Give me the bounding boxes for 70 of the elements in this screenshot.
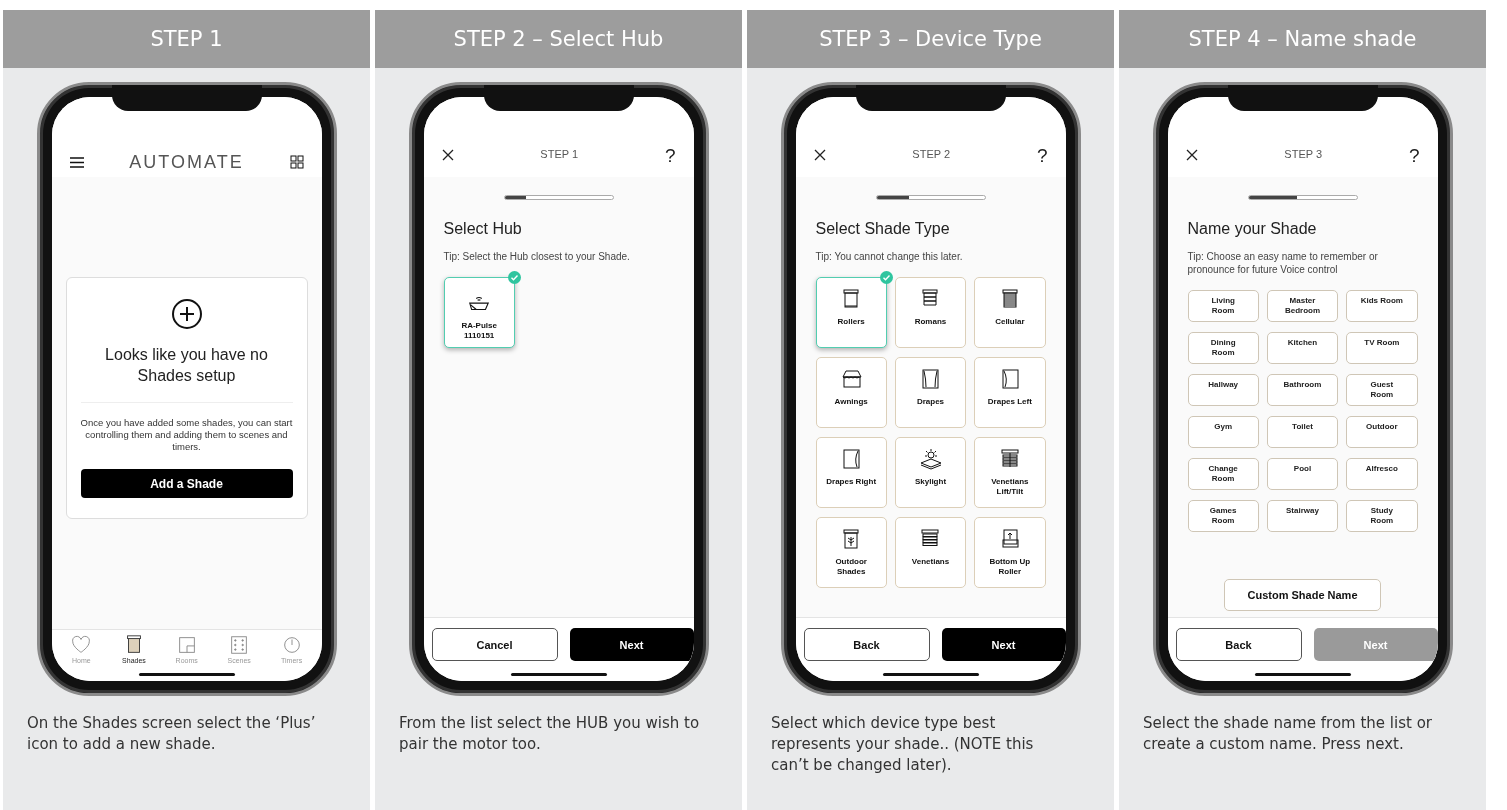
name-chip[interactable]: Bathroom xyxy=(1266,374,1339,406)
shade-type-tile[interactable]: Cellular xyxy=(974,277,1046,348)
tip-text: Tip: Choose an easy name to remember or pronounce for future Voice control xyxy=(1187,250,1379,276)
step-header: STEP 1 xyxy=(3,10,370,68)
tip-text: Tip: Select the Hub closest to your Shade. xyxy=(443,250,631,263)
shade-type-tile[interactable]: Romans xyxy=(894,277,967,348)
check-icon xyxy=(507,271,521,284)
name-chip[interactable]: Living Room xyxy=(1187,290,1259,322)
name-chip[interactable]: Dining Room xyxy=(1187,332,1259,364)
name-chip[interactable]: Hallway xyxy=(1187,374,1259,406)
next-button[interactable]: Next xyxy=(941,628,1066,661)
name-chip[interactable]: Kids Room xyxy=(1346,290,1418,322)
step-caption: On the Shades screen select the ‘Plus’ icon to add a new shade. xyxy=(26,713,317,755)
help-button[interactable]: ? xyxy=(1036,145,1048,167)
name-chip[interactable]: Stairway xyxy=(1266,500,1339,532)
name-chip[interactable]: Guest Room xyxy=(1346,374,1418,406)
step-caption: Select which device type best represents your shade.. (NOTE this can’t be changed later). xyxy=(770,713,1035,776)
secondary-button[interactable]: Back xyxy=(803,628,930,661)
step-label: STEP 2 xyxy=(912,148,951,160)
shade-type-tile[interactable]: Awnings xyxy=(815,357,887,428)
step-header: STEP 2 – Select Hub xyxy=(375,10,742,68)
name-chip[interactable]: TV Room xyxy=(1346,332,1418,364)
name-chip[interactable]: Kitchen xyxy=(1266,332,1339,364)
name-chip[interactable]: Alfresco xyxy=(1346,458,1418,490)
name-chip[interactable]: Outdoor xyxy=(1346,416,1418,448)
step-header: STEP 4 – Name shade xyxy=(1119,10,1486,68)
heart-icon xyxy=(70,634,93,656)
empty-state-title: Looks like you have no Shades setup xyxy=(104,345,269,386)
screen-title: Select Hub xyxy=(443,220,523,238)
name-chip[interactable]: Study Room xyxy=(1346,500,1418,532)
step-header: STEP 3 – Device Type xyxy=(747,10,1114,68)
close-icon[interactable] xyxy=(441,149,454,161)
screen-title: Name your Shade xyxy=(1187,220,1318,238)
grid-icon[interactable] xyxy=(289,155,304,169)
menu-icon[interactable] xyxy=(69,156,84,168)
step-caption: From the list select the HUB you wish to pair the motor too. xyxy=(398,713,701,755)
name-chip[interactable]: Gym xyxy=(1187,416,1259,448)
name-chip[interactable]: Master Bedroom xyxy=(1266,290,1339,322)
step-label: STEP 1 xyxy=(540,148,579,160)
add-shade-button[interactable]: Add a Shade xyxy=(80,469,293,498)
hub-tile[interactable]: RA-Pulse 1110151 xyxy=(443,277,515,348)
app-logo: AUTOMATE xyxy=(129,151,244,173)
step-label: STEP 3 xyxy=(1284,148,1323,160)
shade-type-tile[interactable]: Outdoor Shades xyxy=(815,517,887,588)
custom-name-button[interactable]: Custom Shade Name xyxy=(1224,579,1381,611)
close-icon[interactable] xyxy=(813,149,826,161)
name-chip[interactable]: Change Room xyxy=(1187,458,1259,490)
check-icon xyxy=(879,271,893,284)
help-button[interactable]: ? xyxy=(1408,145,1420,167)
shade-type-tile[interactable]: Drapes Right xyxy=(815,437,887,508)
shade-type-tile[interactable]: Skylight xyxy=(894,437,967,508)
name-chip[interactable]: Games Room xyxy=(1187,500,1259,532)
shade-type-tile[interactable]: Venetians xyxy=(894,517,967,588)
name-chip[interactable]: Pool xyxy=(1266,458,1339,490)
next-button[interactable]: Next xyxy=(569,628,694,661)
screen-title: Select Shade Type xyxy=(815,220,951,238)
name-chip[interactable]: Toilet xyxy=(1266,416,1339,448)
step-caption: Select the shade name from the list or create a custom name. Press next. xyxy=(1142,713,1433,755)
tip-text: Tip: You cannot change this later. xyxy=(815,250,964,263)
plus-icon[interactable] xyxy=(170,298,203,330)
secondary-button[interactable]: Back xyxy=(1175,628,1302,661)
empty-state-text: Once you have added some shades, you can start controlling them and adding them to scenes and timers. xyxy=(80,402,293,453)
shade-type-tile[interactable]: Bottom Up Roller xyxy=(974,517,1046,588)
shade-type-tile[interactable]: Drapes xyxy=(894,357,967,428)
shade-type-tile[interactable]: Rollers xyxy=(815,277,887,348)
help-button[interactable]: ? xyxy=(664,145,676,167)
secondary-button[interactable]: Cancel xyxy=(431,628,558,661)
close-icon[interactable] xyxy=(1185,149,1198,161)
shade-type-tile[interactable]: Drapes Left xyxy=(974,357,1046,428)
shade-type-tile[interactable]: Venetians Lift/Tilt xyxy=(974,437,1046,508)
